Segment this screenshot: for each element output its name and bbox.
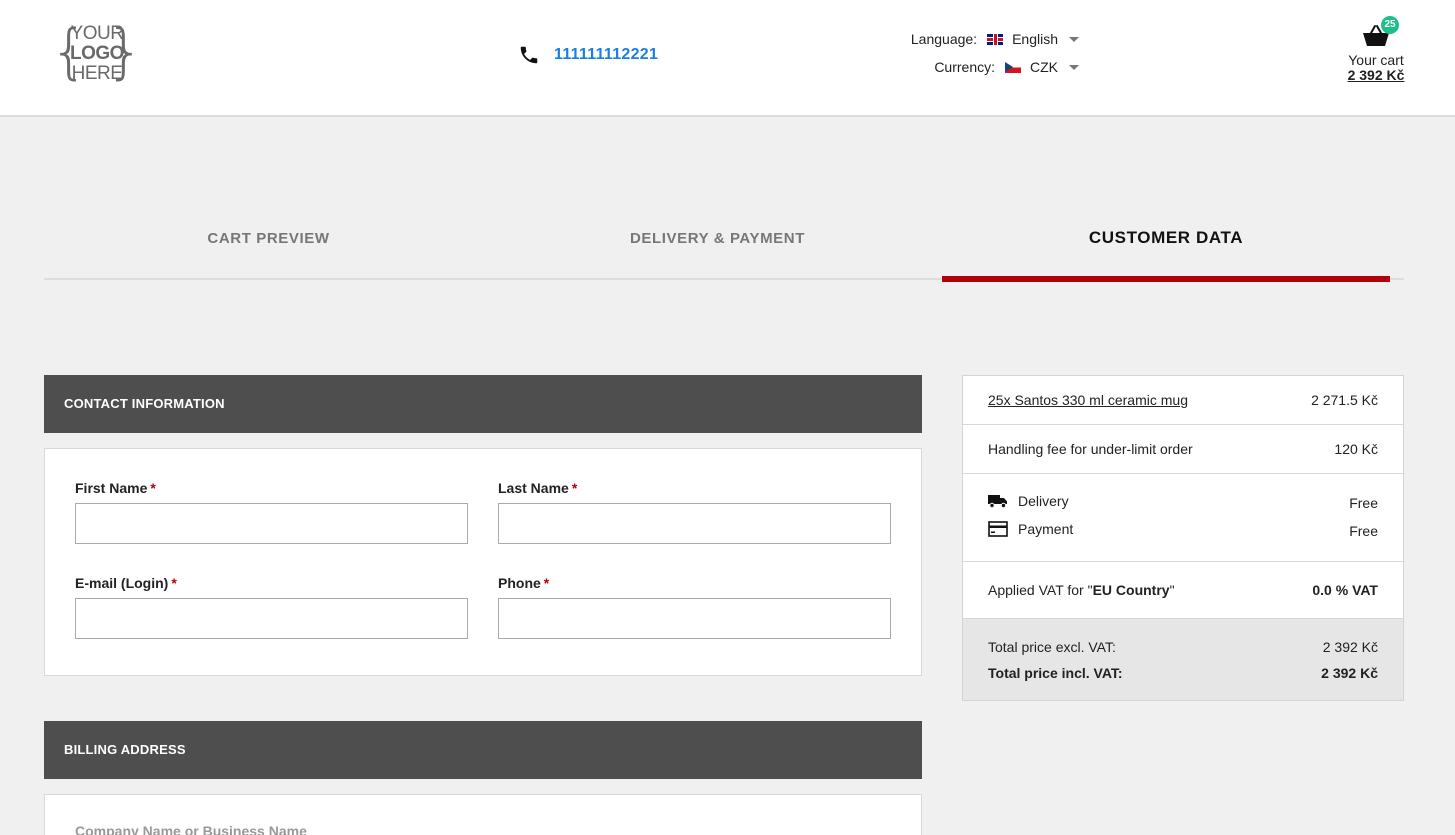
handling-fee-price: 120 Kč bbox=[1334, 441, 1378, 457]
summary-shipping-row: Delivery Free Payment Free bbox=[963, 474, 1403, 562]
phone-label: Phone * bbox=[498, 575, 550, 591]
logo-brace-right: } bbox=[105, 17, 144, 87]
vat-label: Applied VAT for "EU Country" bbox=[988, 582, 1175, 598]
email-group: E-mail (Login) * bbox=[75, 575, 468, 639]
chevron-down-icon bbox=[1069, 64, 1079, 70]
uk-flag-icon bbox=[987, 33, 1004, 45]
contact-form: First Name * Last Name * E-mail (Login) * P… bbox=[44, 448, 922, 676]
email-label: E-mail (Login) * bbox=[75, 575, 177, 591]
delivery-label: Delivery bbox=[1018, 493, 1069, 509]
billing-form: Company Name or Business Name bbox=[44, 794, 922, 835]
phone-input[interactable] bbox=[498, 598, 891, 639]
required-marker: * bbox=[150, 480, 156, 496]
company-name-label: Company Name or Business Name bbox=[75, 823, 307, 835]
required-marker: * bbox=[543, 575, 550, 591]
handling-fee-label: Handling fee for under-limit order bbox=[988, 441, 1193, 457]
total-excl-vat-label: Total price excl. VAT: bbox=[988, 639, 1116, 655]
language-selector[interactable]: Language: English bbox=[911, 31, 1079, 47]
chevron-down-icon bbox=[1069, 36, 1079, 42]
truck-icon bbox=[988, 495, 1007, 509]
currency-value: CZK bbox=[1030, 59, 1058, 75]
step-cart-preview[interactable]: Cart preview bbox=[44, 230, 493, 247]
currency-selector[interactable]: Currency: CZK bbox=[934, 59, 1079, 75]
phone-number[interactable]: 111111112221 bbox=[554, 46, 658, 64]
language-label: Language: bbox=[910, 31, 978, 47]
required-marker: * bbox=[571, 480, 578, 496]
cart-count-badge: 25 bbox=[1381, 16, 1399, 34]
currency-label: Currency: bbox=[934, 59, 995, 75]
delivery-line: Delivery bbox=[988, 493, 1069, 509]
cz-flag-icon bbox=[1005, 61, 1021, 73]
step-delivery-payment[interactable]: Delivery & payment bbox=[493, 230, 942, 247]
step-customer-data[interactable]: Customer data bbox=[942, 228, 1390, 248]
phone-icon bbox=[520, 46, 538, 64]
first-name-group: First Name * bbox=[75, 480, 468, 544]
credit-card-icon bbox=[988, 521, 1008, 537]
summary-item-link[interactable]: 25x Santos 330 ml ceramic mug bbox=[988, 392, 1188, 408]
first-name-label: First Name * bbox=[75, 480, 156, 496]
active-step-indicator bbox=[942, 276, 1390, 282]
last-name-group: Last Name * bbox=[498, 480, 891, 544]
cart-label: Your cart bbox=[1348, 52, 1404, 68]
email-input[interactable] bbox=[75, 598, 468, 639]
billing-section-header: Billing address bbox=[44, 721, 922, 779]
required-marker: * bbox=[171, 575, 177, 591]
contact-section-header: Contact information bbox=[44, 375, 922, 433]
phone-contact[interactable]: 111111112221 bbox=[518, 44, 658, 66]
summary-item-price: 2 271.5 Kč bbox=[1311, 392, 1378, 408]
payment-label: Payment bbox=[1018, 521, 1074, 537]
delivery-price: Free bbox=[1349, 495, 1378, 511]
vat-value: 0.0 % VAT bbox=[1312, 582, 1378, 598]
summary-vat-row: Applied VAT for "EU Country" 0.0 % VAT bbox=[963, 562, 1403, 619]
vat-country: EU Country bbox=[1092, 582, 1170, 598]
last-name-input[interactable] bbox=[498, 503, 891, 544]
site-header: { YOUR LOGO HERE } 111111112221 Language… bbox=[0, 0, 1455, 117]
payment-line: Payment bbox=[988, 521, 1073, 537]
total-incl-vat-value: 2 392 Kč bbox=[1321, 665, 1378, 681]
total-incl-vat-label: Total price incl. VAT: bbox=[988, 665, 1123, 681]
checkout-steps: Cart preview Delivery & payment Customer… bbox=[44, 222, 1404, 282]
summary-totals: Total price excl. VAT: 2 392 Kč Total pr… bbox=[963, 619, 1403, 700]
last-name-label: Last Name * bbox=[498, 480, 578, 496]
summary-handling-row: Handling fee for under-limit order 120 K… bbox=[963, 425, 1403, 474]
first-name-input[interactable] bbox=[75, 503, 468, 544]
language-value: English bbox=[1012, 31, 1058, 47]
site-logo[interactable]: { YOUR LOGO HERE } bbox=[50, 20, 144, 88]
cart-amount[interactable]: 2 392 Kč bbox=[1344, 68, 1408, 82]
total-excl-vat-value: 2 392 Kč bbox=[1322, 639, 1378, 655]
order-summary: 25x Santos 330 ml ceramic mug 2 271.5 Kč… bbox=[962, 375, 1404, 701]
phone-group: Phone * bbox=[498, 575, 891, 639]
payment-price: Free bbox=[1349, 523, 1378, 539]
summary-item-row: 25x Santos 330 ml ceramic mug 2 271.5 Kč bbox=[963, 376, 1403, 425]
cart-button[interactable]: 25 Your cart 2 392 Kč bbox=[1344, 16, 1408, 82]
